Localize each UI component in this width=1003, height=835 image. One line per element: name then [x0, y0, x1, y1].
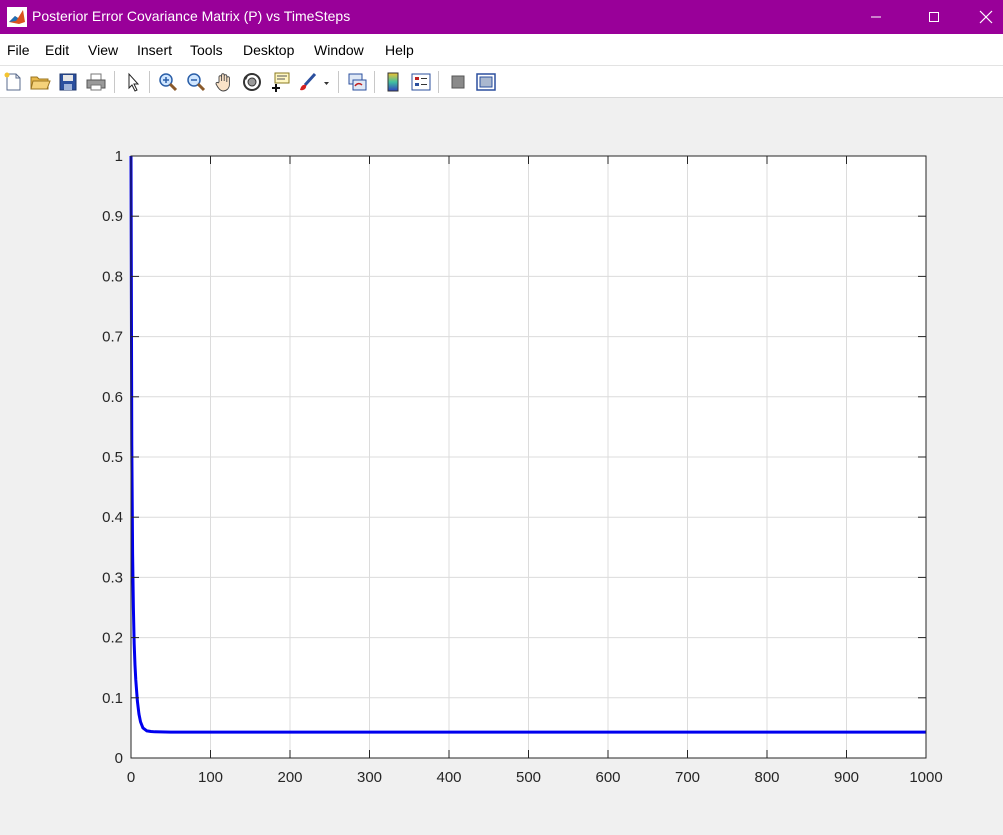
- x-tick-label: 200: [277, 769, 302, 786]
- x-tick-label: 0: [127, 769, 135, 786]
- link-plot-icon[interactable]: [346, 71, 368, 93]
- new-figure-icon[interactable]: [2, 71, 24, 93]
- x-tick-label: 500: [516, 769, 541, 786]
- y-tick-label: 0: [115, 750, 123, 767]
- window-title: Posterior Error Covariance Matrix (P) vs…: [32, 8, 351, 24]
- menu-desktop[interactable]: Desktop: [243, 42, 294, 58]
- pan-icon[interactable]: [213, 71, 235, 93]
- figure-canvas: 0 100 200 300 400 500 600 700 800 900 1000 0 0.1 0.2 0…: [0, 98, 1003, 830]
- insert-colorbar-icon[interactable]: [382, 71, 404, 93]
- x-tick-label: 100: [198, 769, 223, 786]
- save-icon[interactable]: [57, 71, 79, 93]
- x-tick-label: 400: [436, 769, 461, 786]
- menu-bar: File Edit View Insert Tools Desktop Wind…: [0, 34, 1003, 65]
- menu-insert[interactable]: Insert: [137, 42, 172, 58]
- rotate-3d-icon[interactable]: [241, 71, 263, 93]
- print-icon[interactable]: [85, 71, 107, 93]
- show-plot-tools-icon[interactable]: [475, 71, 497, 93]
- minimize-button[interactable]: [853, 0, 899, 34]
- edit-plot-arrow-icon[interactable]: [122, 71, 144, 93]
- hide-plot-tools-icon[interactable]: [447, 71, 469, 93]
- close-icon: [979, 10, 993, 24]
- x-tick-label: 1000: [909, 769, 942, 786]
- y-tick-label: 0.2: [102, 630, 123, 647]
- x-tick-label: 800: [754, 769, 779, 786]
- minimize-icon: [871, 16, 881, 18]
- y-tick-label: 0.6: [102, 389, 123, 406]
- matlab-logo-icon: [7, 7, 27, 27]
- menu-tools[interactable]: Tools: [190, 42, 223, 58]
- toolbar-separator: [338, 71, 339, 93]
- x-tick-label: 600: [595, 769, 620, 786]
- menu-window[interactable]: Window: [314, 42, 364, 58]
- menu-file[interactable]: File: [7, 42, 30, 58]
- menu-edit[interactable]: Edit: [45, 42, 69, 58]
- menu-help[interactable]: Help: [385, 42, 414, 58]
- y-tick-label: 0.3: [102, 569, 123, 586]
- y-tick-label: 1: [115, 148, 123, 165]
- toolbar-separator: [438, 71, 439, 93]
- figure-toolbar: [0, 65, 1003, 98]
- toolbar-separator: [149, 71, 150, 93]
- brush-icon[interactable]: [297, 71, 319, 93]
- x-tick-label: 700: [675, 769, 700, 786]
- close-button[interactable]: [969, 0, 1003, 34]
- y-tick-label: 0.9: [102, 208, 123, 225]
- insert-legend-icon[interactable]: [410, 71, 432, 93]
- menu-view[interactable]: View: [88, 42, 118, 58]
- zoom-out-icon[interactable]: [185, 71, 207, 93]
- y-tick-label: 0.4: [102, 509, 123, 526]
- open-file-icon[interactable]: [29, 71, 51, 93]
- toolbar-separator: [114, 71, 115, 93]
- y-tick-label: 0.7: [102, 329, 123, 346]
- maximize-icon: [929, 12, 939, 22]
- data-cursor-icon[interactable]: [269, 71, 291, 93]
- y-tick-label: 0.1: [102, 690, 123, 707]
- maximize-button[interactable]: [911, 0, 957, 34]
- brush-dropdown-icon[interactable]: [321, 71, 331, 93]
- zoom-in-icon[interactable]: [157, 71, 179, 93]
- toolbar-separator: [374, 71, 375, 93]
- y-tick-label: 0.8: [102, 268, 123, 285]
- x-tick-label: 900: [834, 769, 859, 786]
- x-tick-label: 300: [357, 769, 382, 786]
- y-tick-label: 0.5: [102, 449, 123, 466]
- line-chart[interactable]: 0 100 200 300 400 500 600 700 800 900 1000 0 0.1 0.2 0…: [0, 98, 1003, 830]
- title-bar: Posterior Error Covariance Matrix (P) vs…: [0, 0, 1003, 34]
